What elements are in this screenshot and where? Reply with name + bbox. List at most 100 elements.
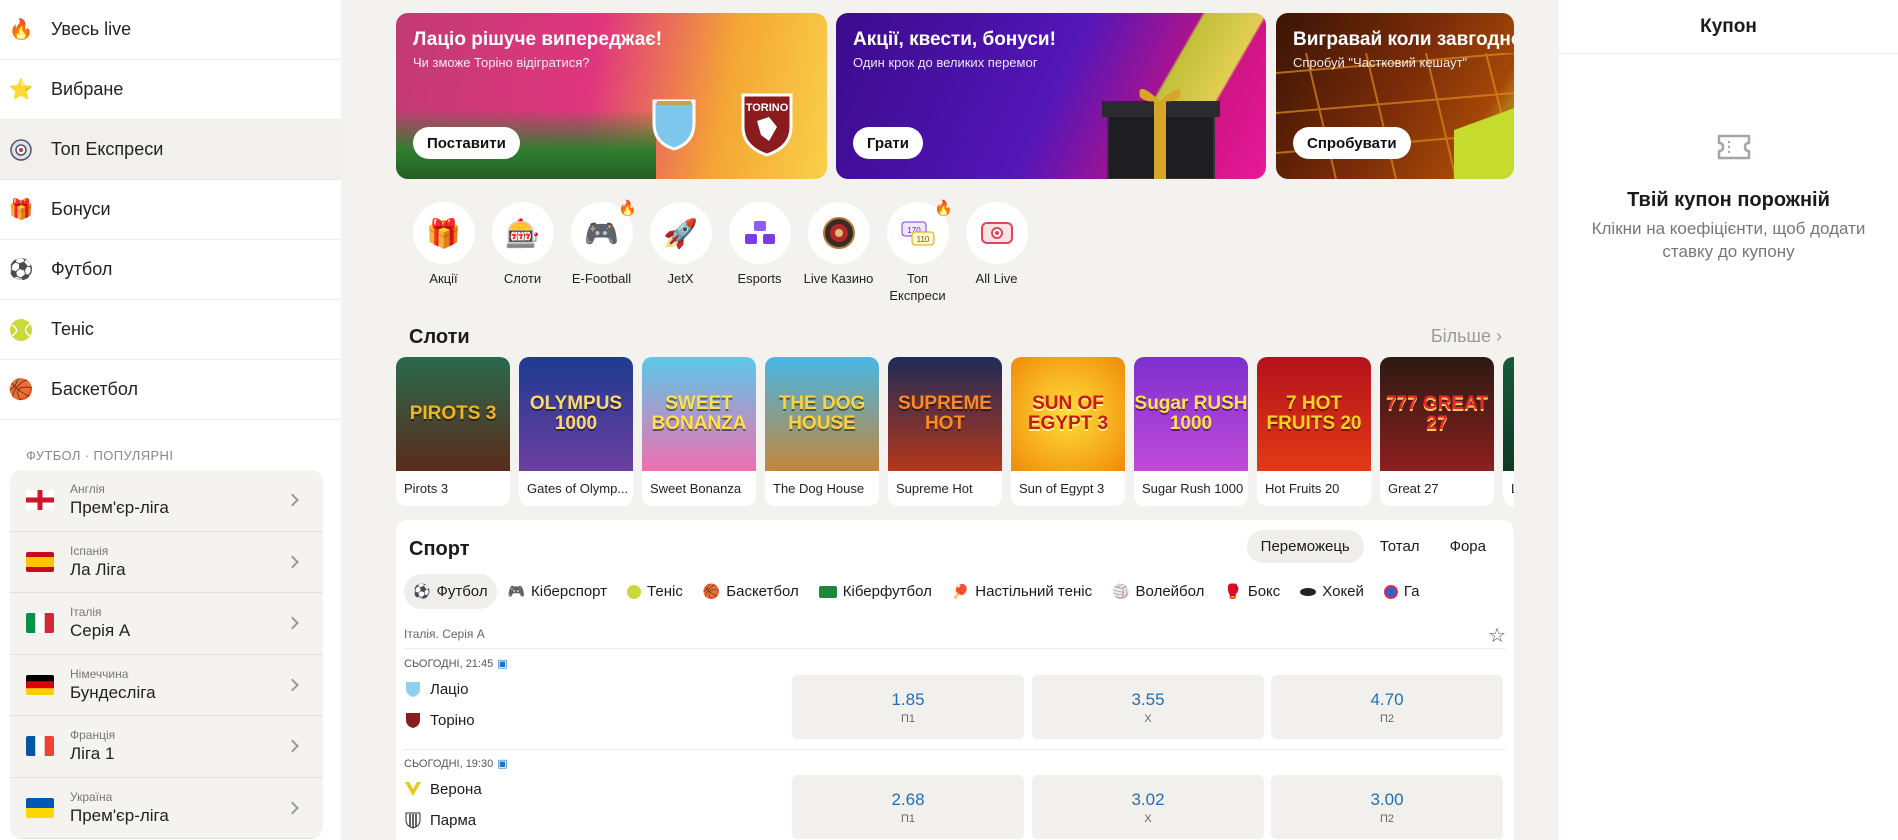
slot-card[interactable]: 7 HOT FRUITS 20 Hot Fruits 20 bbox=[1257, 357, 1371, 506]
quick-links: 🎁 Акції 🎰 Слоти 🎮 🔥 E-Football 🚀 JetX Es… bbox=[404, 200, 1036, 304]
quick-link-slots[interactable]: 🎰 Слоти bbox=[483, 202, 562, 304]
slot-card[interactable]: PIROTS 3 Pirots 3 bbox=[396, 357, 510, 506]
quick-link-jetx[interactable]: 🚀 JetX bbox=[641, 202, 720, 304]
tab-table-tennis[interactable]: 🏓 Настільний теніс bbox=[943, 574, 1101, 609]
odd-value: 3.55 bbox=[1131, 689, 1165, 709]
slot-card[interactable]: Sugar RUSH 1000 Sugar Rush 1000 bbox=[1134, 357, 1248, 506]
slot-card[interactable]: SUN OF EGYPT 3 Sun of Egypt 3 bbox=[1011, 357, 1125, 506]
league-item-italy[interactable]: Італія Серія А bbox=[10, 593, 323, 655]
league-name: Прем'єр-ліга bbox=[70, 498, 169, 518]
gift-box-icon bbox=[1102, 88, 1220, 179]
odd-value: 4.70 bbox=[1370, 689, 1404, 709]
slot-card[interactable]: SUPREME HOT Supreme Hot bbox=[888, 357, 1002, 506]
quick-link-label: Live Казино bbox=[803, 271, 874, 286]
odd-home-button[interactable]: 2.68 П1 bbox=[792, 775, 1024, 839]
sidebar-item-label: Баскетбол bbox=[51, 379, 138, 399]
home-team[interactable]: Лаціо bbox=[404, 678, 468, 700]
league-item-ukraine[interactable]: Україна Прем'єр-ліга bbox=[10, 778, 323, 839]
slot-card[interactable]: 777 GREAT 27 Great 27 bbox=[1380, 357, 1494, 506]
league-item-england[interactable]: Англія Прем'єр-ліга bbox=[10, 470, 323, 532]
sidebar-item-label: Топ Експреси bbox=[51, 139, 164, 159]
sidebar-item-top-express[interactable]: Топ Експреси bbox=[0, 120, 341, 180]
sidebar-item-favorites[interactable]: ⭐ Вибране bbox=[0, 60, 341, 120]
quick-link-live-casino[interactable]: Live Казино bbox=[799, 202, 878, 304]
league-item-germany[interactable]: Німеччина Бундесліга bbox=[10, 655, 323, 716]
promo-banner-lazio[interactable]: TORINO Лаціо рішуче випереджає! Чи зможе… bbox=[396, 13, 827, 179]
slot-card[interactable]: L bbox=[1503, 357, 1514, 506]
promo-banner-cashout[interactable]: Вигравай коли завгодно! Спробуй "Частков… bbox=[1276, 13, 1514, 179]
league-item-spain[interactable]: Іспанія Ла Ліга bbox=[10, 532, 323, 593]
slot-card[interactable]: SWEET BONANZA Sweet Bonanza bbox=[642, 357, 756, 506]
bet-button[interactable]: Поставити bbox=[413, 127, 520, 159]
away-team[interactable]: Парма bbox=[404, 809, 476, 831]
league-country: Англія bbox=[70, 482, 105, 497]
slots-title: Слоти bbox=[409, 326, 470, 348]
promo-banner-quests[interactable]: Акції, квести, бонуси! Один крок до вели… bbox=[836, 13, 1266, 179]
slot-thumbnail: 777 GREAT 27 bbox=[1380, 357, 1494, 471]
odd-draw-button[interactable]: 3.55 Х bbox=[1032, 675, 1264, 739]
try-button[interactable]: Спробувати bbox=[1293, 127, 1411, 159]
chevron-right-icon bbox=[286, 678, 299, 692]
quick-link-efootball[interactable]: 🎮 🔥 E-Football bbox=[562, 200, 641, 304]
tab-label: Баскетбол bbox=[726, 583, 799, 600]
fire-icon: 🔥 bbox=[618, 200, 637, 217]
tab-total[interactable]: Тотал bbox=[1366, 530, 1434, 563]
tab-boxing[interactable]: 🥊 Бокс bbox=[1215, 574, 1289, 609]
league-title: Італія. Серія А bbox=[404, 626, 485, 641]
banner-subtitle: Один крок до великих перемог bbox=[853, 55, 1038, 70]
slot-name: Great 27 bbox=[1388, 481, 1439, 496]
chevron-right-icon bbox=[286, 616, 299, 630]
sidebar-item-label: Футбол bbox=[51, 259, 113, 279]
popular-leagues-list: Англія Прем'єр-ліга Іспанія Ла Ліга Італ… bbox=[10, 470, 323, 839]
gamepad-icon: 🎮 bbox=[507, 583, 526, 599]
sidebar-item-basketball[interactable]: 🏀 Баскетбол bbox=[0, 360, 341, 420]
odd-away-button[interactable]: 3.00 П2 bbox=[1271, 775, 1503, 839]
sidebar-item-tennis[interactable]: Теніс bbox=[0, 300, 341, 360]
sidebar-item-live[interactable]: 🔥 Увесь live bbox=[0, 0, 341, 60]
tab-winner[interactable]: Переможець bbox=[1246, 530, 1364, 563]
tennis-ball-icon bbox=[8, 317, 34, 343]
odd-label: Х bbox=[1144, 812, 1152, 825]
sidebar-item-football[interactable]: ⚽ Футбол bbox=[0, 240, 341, 300]
tab-handicap[interactable]: Фора bbox=[1436, 530, 1500, 563]
tab-basketball[interactable]: 🏀 Баскетбол bbox=[694, 574, 808, 609]
star-icon[interactable]: ☆ bbox=[1488, 623, 1506, 648]
sidebar-item-bonuses[interactable]: 🎁 Бонуси bbox=[0, 180, 341, 240]
odd-value: 1.85 bbox=[891, 689, 925, 709]
tab-label: Футбол bbox=[436, 583, 488, 600]
quick-link-all-live[interactable]: All Live bbox=[957, 202, 1036, 304]
tab-hockey[interactable]: Хокей bbox=[1291, 574, 1373, 609]
odd-label: П2 bbox=[1379, 712, 1395, 725]
league-item-france[interactable]: Франція Ліга 1 bbox=[10, 716, 323, 778]
sport-tabs: ⚽ Футбол 🎮 Кіберспорт Теніс 🏀 Баскетбол Кіб… bbox=[404, 574, 1431, 609]
tab-cyberfootball[interactable]: Кіберфутбол bbox=[810, 574, 941, 609]
slot-card[interactable]: THE DOG HOUSE The Dog House bbox=[765, 357, 879, 506]
banner-subtitle: Чи зможе Торіно відігратися? bbox=[413, 55, 590, 70]
away-team[interactable]: Торіно bbox=[404, 709, 475, 731]
tab-esports[interactable]: 🎮 Кіберспорт bbox=[499, 574, 616, 609]
odd-home-button[interactable]: 1.85 П1 bbox=[792, 675, 1024, 739]
odd-draw-button[interactable]: 3.02 Х bbox=[1032, 775, 1264, 839]
quick-link-promos[interactable]: 🎁 Акції bbox=[404, 202, 483, 304]
team-name: Торіно bbox=[430, 711, 475, 729]
soccer-ball-icon: ⚽ bbox=[8, 259, 34, 281]
slot-card[interactable]: OLYMPUS 1000 Gates of Olymp... bbox=[519, 357, 633, 506]
slot-thumbnail: SUPREME HOT bbox=[888, 357, 1002, 471]
tab-volleyball[interactable]: 🏐 Волейбол bbox=[1103, 574, 1213, 609]
home-team[interactable]: Верона bbox=[404, 778, 482, 800]
slot-thumbnail: Sugar RUSH 1000 bbox=[1134, 357, 1248, 471]
quick-link-esports[interactable]: Esports bbox=[720, 202, 799, 304]
more-link[interactable]: Більше › bbox=[1431, 326, 1502, 347]
tab-handball[interactable]: Га bbox=[1375, 574, 1429, 609]
quick-link-top-express[interactable]: 170 110 🔥 Топ Експреси bbox=[878, 200, 957, 304]
play-button[interactable]: Грати bbox=[853, 127, 924, 159]
odd-away-button[interactable]: 4.70 П2 bbox=[1271, 675, 1503, 739]
tab-label: Га bbox=[1403, 583, 1420, 600]
tab-tennis[interactable]: Теніс bbox=[618, 574, 692, 609]
slot-thumbnail: 7 HOT FRUITS 20 bbox=[1257, 357, 1371, 471]
slot-thumbnail: THE DOG HOUSE bbox=[765, 357, 879, 471]
odd-value: 3.02 bbox=[1131, 789, 1165, 809]
tab-football[interactable]: ⚽ Футбол bbox=[404, 574, 497, 609]
section-title: ФУТБОЛ · ПОПУЛЯРНІ bbox=[26, 448, 174, 463]
sidebar-item-label: Увесь live bbox=[51, 19, 132, 39]
